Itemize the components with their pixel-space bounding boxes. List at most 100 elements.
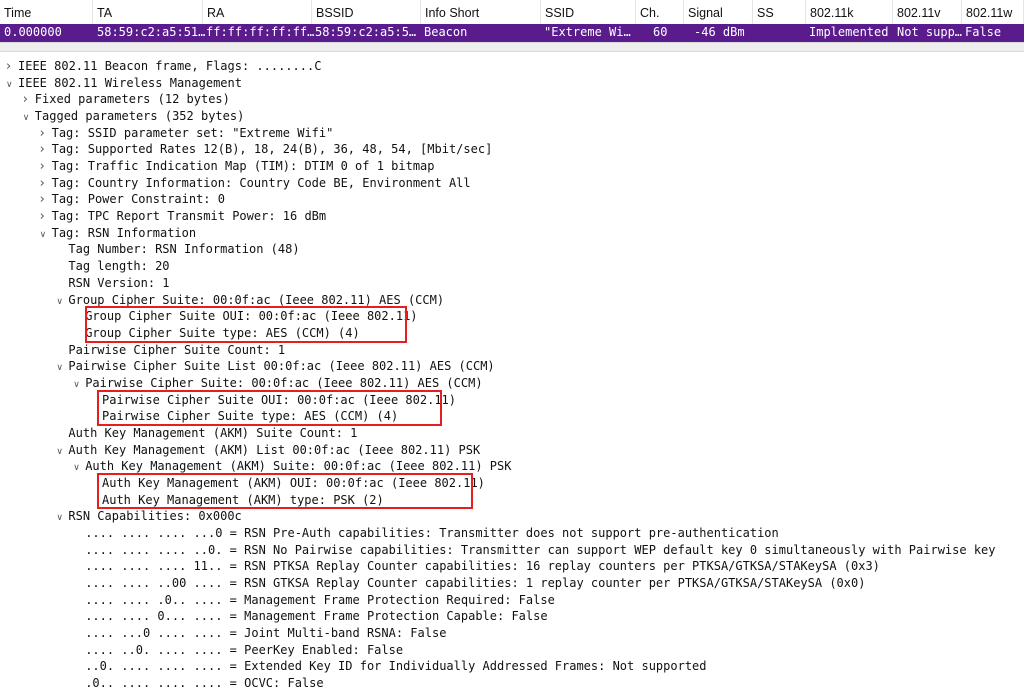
tree-item-label: RSN Capabilities: 0x000c [68, 509, 242, 524]
column-header-bssid[interactable]: BSSID [312, 0, 421, 24]
packet-details-tree: › IEEE 802.11 Beacon frame, Flags: ......… [0, 58, 1024, 698]
column-header-ss[interactable]: SS [753, 0, 806, 24]
chevron-down-icon[interactable]: ∨ [56, 510, 68, 527]
tree-item-label: Tag: Traffic Indication Map (TIM): DTIM … [51, 159, 435, 174]
tree-item[interactable]: › Tag: TPC Report Transmit Power: 16 dBm [40, 208, 327, 225]
chevron-down-icon[interactable]: ∨ [73, 460, 85, 477]
chevron-down-icon[interactable]: ∨ [73, 377, 85, 394]
tree-item[interactable]: › Tag: Traffic Indication Map (TIM): DTIM… [40, 158, 435, 175]
chevron-right-icon[interactable]: › [40, 141, 52, 158]
packet-cell-time: 0.000000 [4, 25, 62, 39]
column-header-ch[interactable]: Ch. [636, 0, 684, 24]
chevron-right-icon[interactable]: › [23, 91, 35, 108]
chevron-right-icon[interactable]: › [40, 158, 52, 175]
highlight-box-group-cipher [85, 306, 407, 343]
tree-item-label: Tag Number: RSN Information (48) [68, 242, 300, 257]
tree-item[interactable]: .... .... .... ...0 = RSN Pre-Auth capab… [73, 525, 779, 542]
pane-divider[interactable] [0, 42, 1024, 52]
tree-item[interactable]: ..0. .... .... .... = Extended Key ID fo… [73, 658, 706, 675]
tree-item-label: Group Cipher Suite: 00:0f:ac (Ieee 802.1… [68, 292, 445, 307]
tree-item-label: Auth Key Management (AKM) List 00:0f:ac … [68, 442, 481, 457]
packet-cell-802-11k: Implemented [809, 25, 889, 39]
tree-item-label: ..0. .... .... .... = Extended Key ID fo… [85, 659, 707, 674]
chevron-right-icon[interactable]: › [40, 125, 52, 142]
tree-item-label: Tag: Supported Rates 12(B), 18, 24(B), 3… [51, 142, 493, 157]
tree-item[interactable]: ∨ Pairwise Cipher Suite List 00:0f:ac (Ie… [56, 358, 494, 375]
packet-list: Time TA RA BSSID Info Short SSID Ch. Signal SS 80… [0, 0, 1024, 42]
packet-cell-ch: 60 [653, 25, 668, 39]
packet-cell-802-11v: Not supp… [897, 25, 963, 39]
tree-item[interactable]: Auth Key Management (AKM) Suite Count: 1 [56, 425, 357, 442]
column-header-ta[interactable]: TA [93, 0, 203, 24]
tree-item-label: Pairwise Cipher Suite List 00:0f:ac (Iee… [68, 359, 495, 374]
tree-item-label: .... .... .... ...0 = RSN Pre-Auth capab… [85, 526, 779, 541]
tree-item-label: Tag: RSN Information [51, 225, 197, 240]
packet-cell-signal: -46 dBm [694, 25, 745, 39]
tree-item[interactable]: .... .... .0.. .... = Management Frame P… [73, 592, 555, 609]
highlight-box-akm [97, 473, 473, 510]
packet-row-selected[interactable]: 0.000000 58:59:c2:a5:51… ff:ff:ff:ff:ff… 58… [0, 24, 1024, 42]
tree-item[interactable]: .... .... 0... .... = Management Frame P… [73, 608, 547, 625]
highlight-box-pairwise-cipher [97, 389, 442, 426]
tree-item-label: Pairwise Cipher Suite Count: 1 [68, 342, 286, 357]
tree-item-label: .0.. .... .... .... = OCVC: False [85, 676, 324, 691]
chevron-down-icon[interactable]: ∨ [23, 110, 35, 127]
chevron-down-icon[interactable]: ∨ [56, 360, 68, 377]
column-header-time[interactable]: Time [0, 0, 93, 24]
tree-item[interactable]: Pairwise Cipher Suite Count: 1 [56, 342, 285, 359]
packet-cell-ta: 58:59:c2:a5:51… [97, 25, 206, 39]
tree-item[interactable]: ∨ RSN Capabilities: 0x000c [56, 508, 241, 525]
tree-item[interactable]: ∨ Tagged parameters (352 bytes) [23, 108, 245, 125]
tree-item-label: Tag length: 20 [68, 259, 170, 274]
tree-item[interactable]: .... .... .... 11.. = RSN PTKSA Replay C… [73, 558, 880, 575]
tree-item[interactable]: › Fixed parameters (12 bytes) [23, 91, 230, 108]
tree-item[interactable]: › Tag: Power Constraint: 0 [40, 191, 225, 208]
column-header-signal[interactable]: Signal [684, 0, 753, 24]
chevron-right-icon[interactable]: › [6, 58, 18, 75]
column-header-info-short[interactable]: Info Short [421, 0, 541, 24]
chevron-right-icon[interactable]: › [40, 208, 52, 225]
tree-item-label: .... .... .0.. .... = Management Frame P… [85, 592, 555, 607]
tree-item-label: Tagged parameters (352 bytes) [34, 109, 245, 124]
tree-item[interactable]: › Tag: Supported Rates 12(B), 18, 24(B), … [40, 141, 493, 158]
column-header-ssid[interactable]: SSID [541, 0, 636, 24]
tree-item[interactable]: .... ...0 .... .... = Joint Multi-band R… [73, 625, 446, 642]
tree-item[interactable]: RSN Version: 1 [56, 275, 169, 292]
packet-cell-ra: ff:ff:ff:ff:ff… [206, 25, 315, 39]
chevron-right-icon[interactable]: › [40, 175, 52, 192]
tree-item-label: .... ...0 .... .... = Joint Multi-band R… [85, 626, 447, 641]
packet-cell-802-11w: False [965, 25, 1002, 39]
packet-cell-bssid: 58:59:c2:a5:5… [315, 25, 417, 39]
tree-item[interactable]: .0.. .... .... .... = OCVC: False [73, 675, 323, 692]
chevron-down-icon[interactable]: ∨ [6, 77, 18, 94]
chevron-down-icon[interactable]: ∨ [40, 227, 52, 244]
chevron-down-icon[interactable]: ∨ [56, 294, 68, 311]
packet-cell-info-short: Beacon [424, 25, 468, 39]
tree-item[interactable]: › IEEE 802.11 Beacon frame, Flags: ......… [6, 58, 321, 75]
tree-item-label: .... .... ..00 .... = RSN GTKSA Replay C… [85, 576, 866, 591]
tree-item[interactable]: Tag Number: RSN Information (48) [56, 241, 299, 258]
tree-item[interactable]: ∨ Tag: RSN Information [40, 225, 197, 242]
tree-item[interactable]: ∨ IEEE 802.11 Wireless Management [6, 75, 242, 92]
chevron-right-icon[interactable]: › [40, 191, 52, 208]
tree-item-label: Auth Key Management (AKM) Suite Count: 1 [68, 425, 358, 440]
tree-item[interactable]: Tag length: 20 [56, 258, 169, 275]
tree-item[interactable]: ∨ Auth Key Management (AKM) List 00:0f:ac… [56, 442, 480, 459]
tree-item[interactable]: › Tag: SSID parameter set: "Extreme Wifi" [40, 125, 334, 142]
column-header-802-11k[interactable]: 802.11k [806, 0, 893, 24]
chevron-down-icon[interactable]: ∨ [56, 444, 68, 461]
packet-cell-ssid: "Extreme Wi… [544, 25, 631, 39]
tree-item-label: .... ..0. .... .... = PeerKey Enabled: F… [85, 642, 404, 657]
tree-item-label: RSN Version: 1 [68, 275, 170, 290]
packet-list-header: Time TA RA BSSID Info Short SSID Ch. Signal SS 80… [0, 0, 1024, 25]
tree-item-label: Tag: Country Information: Country Code B… [51, 175, 471, 190]
column-header-ra[interactable]: RA [203, 0, 312, 24]
column-header-802-11v[interactable]: 802.11v [893, 0, 962, 24]
tree-item[interactable]: .... .... ..00 .... = RSN GTKSA Replay C… [73, 575, 865, 592]
tree-item-label: Fixed parameters (12 bytes) [34, 92, 230, 107]
tree-item[interactable]: .... ..0. .... .... = PeerKey Enabled: F… [73, 642, 403, 659]
column-header-802-11w[interactable]: 802.11w [962, 0, 1024, 24]
tree-item-label: Auth Key Management (AKM) Suite: 00:0f:a… [85, 459, 512, 474]
tree-item[interactable]: › Tag: Country Information: Country Code … [40, 175, 471, 192]
tree-item[interactable]: .... .... .... ..0. = RSN No Pairwise ca… [73, 542, 995, 559]
